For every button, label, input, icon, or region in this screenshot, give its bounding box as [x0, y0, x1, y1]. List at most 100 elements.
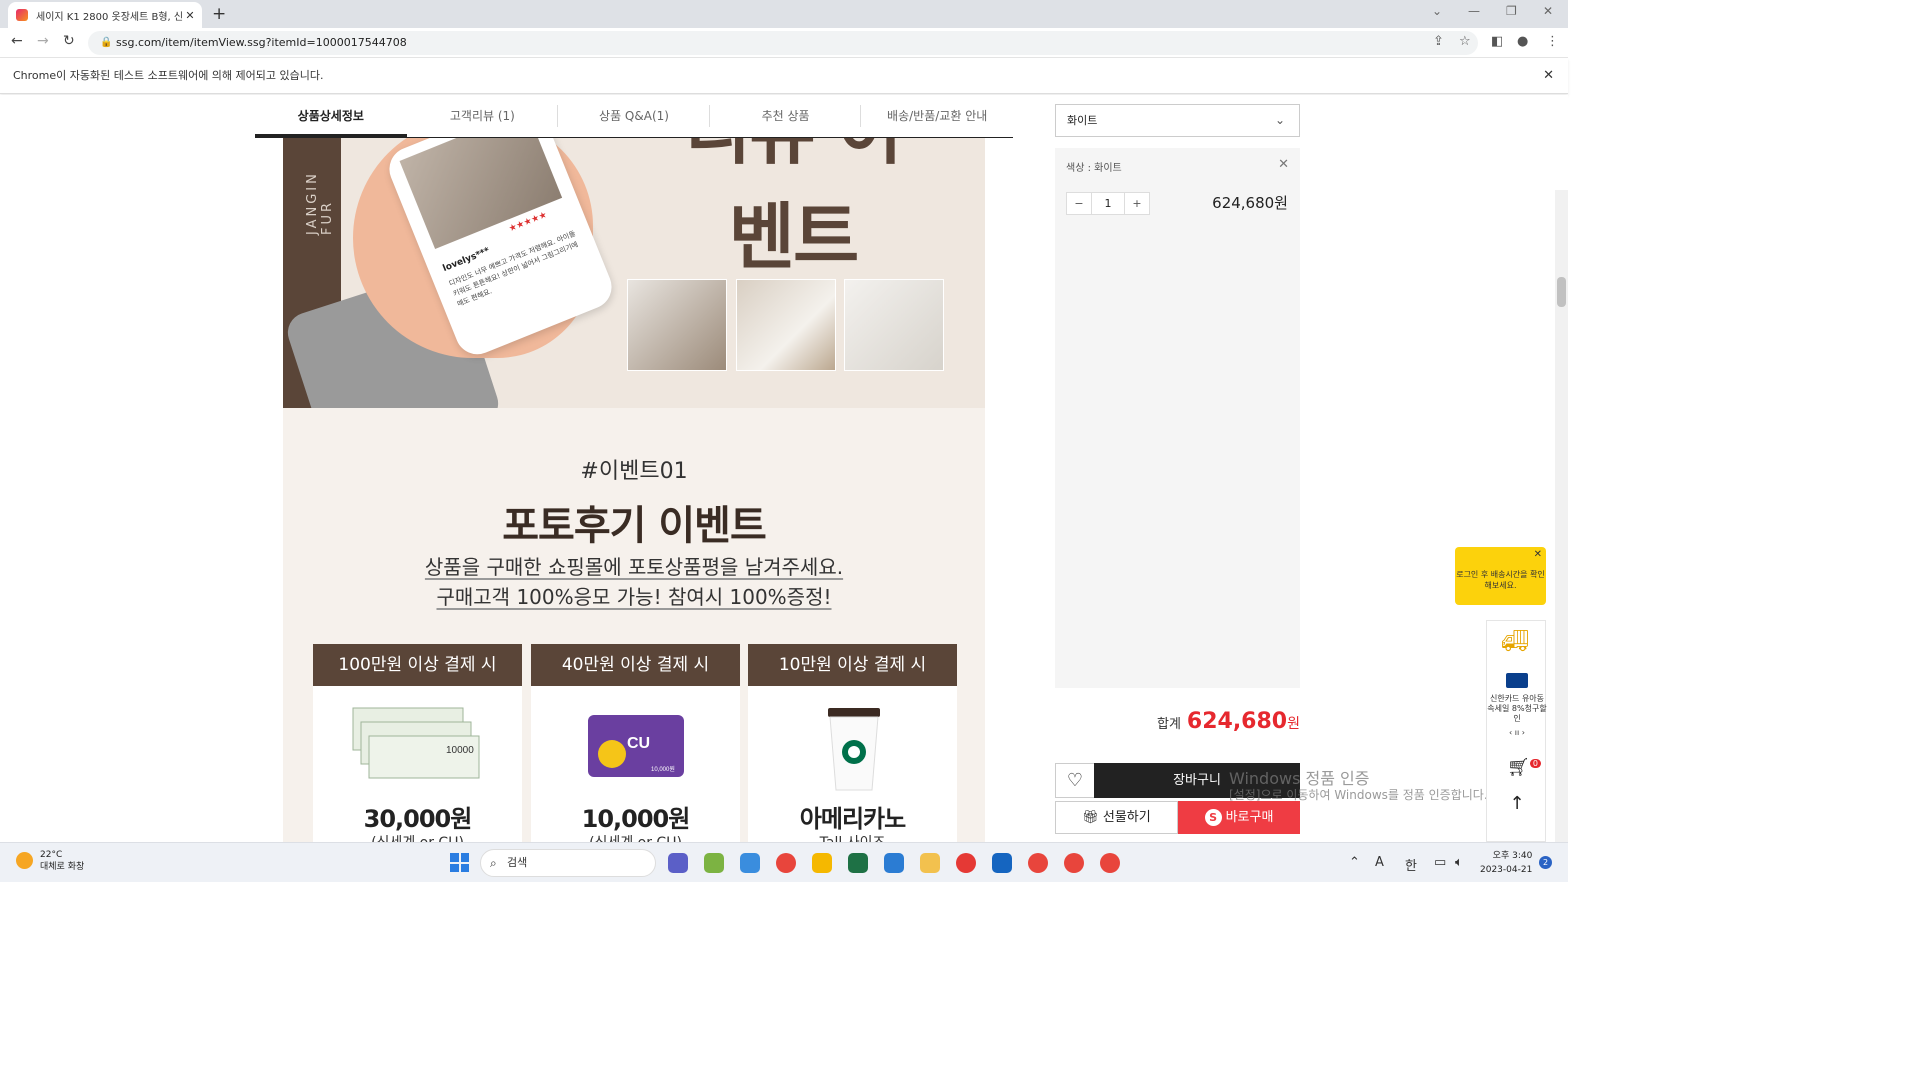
restore-icon[interactable]: ❐ — [1506, 4, 1517, 18]
tab-qna[interactable]: 상품 Q&A(1) — [558, 95, 710, 137]
thumb-desk-photo — [627, 279, 727, 371]
app-c-icon[interactable] — [956, 853, 976, 873]
gallery-icon[interactable] — [704, 853, 724, 873]
event-desc-line2: 구매고객 100%응모 가능! 참여시 100%증정! — [436, 585, 832, 609]
quantity-input[interactable]: 1 — [1091, 193, 1125, 214]
back-icon[interactable]: ← — [11, 33, 23, 49]
automation-infobar: Chrome이 자동화된 테스트 소프트웨어에 의해 제어되고 있습니다. ✕ — [0, 58, 1568, 94]
item-price: 624,680원 — [1212, 194, 1288, 212]
settings-app-icon[interactable] — [740, 853, 760, 873]
address-bar[interactable]: 🔒 ssg.com/item/itemView.ssg?itemId=10000… — [88, 31, 1478, 55]
teams-icon[interactable] — [668, 853, 688, 873]
weather-widget[interactable]: 22°C 대체로 화창 — [16, 849, 84, 873]
reward-amount: 30,000원 — [363, 805, 473, 833]
remove-option-icon[interactable]: ✕ — [1278, 157, 1289, 172]
gift-button[interactable]: 🎁︎ 선물하기 — [1055, 801, 1178, 834]
quick-side-menu: 🚚︎ 신한카드 유아동속세일 8%청구할인 ‹ ıı › 🛒︎ 0 ↑ — [1486, 620, 1547, 842]
side-panel-icon[interactable]: ◧ — [1491, 34, 1503, 49]
share-icon[interactable]: ⇪ — [1433, 34, 1444, 49]
cart-basket-icon[interactable]: 🛒︎ 0 — [1507, 757, 1541, 778]
volume-icon[interactable]: 🔈︎ — [1455, 855, 1463, 870]
buy-now-button[interactable]: S 바로구매 — [1178, 801, 1300, 834]
bookmark-star-icon[interactable]: ☆ — [1459, 34, 1471, 49]
excel-icon[interactable] — [848, 853, 868, 873]
event-desc-line1: 상품을 구매한 쇼핑몰에 포토상품평을 남겨주세요. — [424, 555, 844, 579]
network-icon[interactable]: ▭ — [1434, 855, 1446, 870]
tooltip-close-icon[interactable]: ✕ — [1534, 549, 1542, 560]
chrome-icon[interactable] — [776, 853, 796, 873]
taskbar-search[interactable]: ⌕ 검색 — [480, 849, 656, 877]
tab-close-icon[interactable]: ✕ — [184, 9, 196, 22]
forward-icon[interactable]: → — [37, 33, 49, 49]
reward-sub: (신세계 or CU) — [531, 832, 740, 842]
reward-card-100k: 10만원 이상 결제 시 아메리카노 Tall 사이즈 — [748, 644, 957, 842]
scroll-top-button[interactable]: ↑ — [1487, 793, 1547, 814]
taskbar-clock[interactable]: 오후 3:40 2023-04-21 — [1480, 849, 1532, 877]
tab-product-detail[interactable]: 상품상세정보 — [255, 95, 407, 137]
option-select[interactable]: 화이트 ⌄ — [1055, 104, 1300, 137]
ssg-favicon-icon — [16, 9, 28, 21]
menu-kebab-icon[interactable]: ⋮ — [1546, 34, 1559, 49]
wishlist-heart-button[interactable]: ♡ — [1055, 763, 1095, 798]
cart-count-badge: 0 — [1529, 759, 1541, 768]
profile-icon[interactable]: ● — [1517, 34, 1528, 49]
close-window-icon[interactable]: ✕ — [1543, 4, 1553, 18]
total-value: 624,680 — [1186, 709, 1288, 734]
page-scrollbar[interactable] — [1555, 190, 1568, 842]
minimize-icon[interactable]: — — [1468, 4, 1480, 18]
tab-recommended[interactable]: 추천 상품 — [710, 95, 862, 137]
chat-app-icon[interactable] — [812, 853, 832, 873]
file-explorer-icon[interactable] — [920, 853, 940, 873]
browser-tab[interactable]: 세이지 K1 2800 옷장세트 B형, 신 ✕ — [8, 2, 202, 28]
event-title: 포토후기 이벤트 — [502, 503, 767, 549]
decrease-button[interactable]: − — [1067, 193, 1091, 214]
reward-card-heading: 10만원 이상 결제 시 — [748, 644, 957, 686]
weather-desc: 대체로 화창 — [40, 862, 85, 872]
cu-card-value: 10,000원 — [651, 765, 675, 773]
chrome-icon-3[interactable] — [1064, 853, 1084, 873]
phone-photo — [399, 138, 563, 250]
infobar-close-icon[interactable]: ✕ — [1543, 58, 1554, 94]
coffee-cup-icon — [828, 708, 880, 791]
new-tab-button[interactable]: + — [212, 4, 226, 24]
cu-logo-text: CU — [627, 735, 650, 752]
ime-a-indicator[interactable]: A — [1375, 855, 1384, 870]
tab-search-icon[interactable]: ⌄ — [1432, 4, 1442, 18]
scrollbar-thumb[interactable] — [1557, 277, 1566, 307]
total-label: 합계 — [1156, 717, 1181, 732]
selected-options-box: 색상 : 화이트 ✕ − 1 + 624,680원 — [1055, 148, 1300, 688]
sun-icon — [16, 852, 33, 869]
url-text: ssg.com/item/itemView.ssg?itemId=1000017… — [116, 36, 407, 49]
tab-shipping-info[interactable]: 배송/반품/교환 안내 — [861, 95, 1013, 137]
windows-taskbar: 22°C 대체로 화창 ⌕ 검색 ⌃ A 한 ▭ 🔈︎ 오후 3:40 2023… — [0, 842, 1568, 882]
reload-icon[interactable]: ↻ — [63, 33, 75, 49]
tray-overflow-icon[interactable]: ⌃ — [1349, 855, 1360, 870]
page-content: 상품상세정보 고객리뷰 (1) 상품 Q&A(1) 추천 상품 배송/반품/교환… — [0, 95, 1568, 842]
chrome-icon-2[interactable] — [1028, 853, 1048, 873]
selected-option-label: 색상 : 화이트 — [1066, 163, 1122, 174]
weather-temp: 22°C — [40, 850, 63, 860]
windows-start-icon[interactable] — [450, 853, 469, 872]
chrome-icon-4[interactable] — [1100, 853, 1120, 873]
notification-badge[interactable]: 2 — [1539, 856, 1552, 869]
gift-icon: 🎁︎ — [1082, 810, 1103, 825]
windows-activation-desc: [설정]으로 이동하여 Windows를 정품 인증합니다. — [1229, 788, 1488, 802]
search-icon: ⌕ — [490, 856, 497, 870]
voucher-stack-icon: 10000 — [352, 707, 480, 779]
reward-sub: Tall 사이즈 — [748, 832, 957, 842]
increase-button[interactable]: + — [1125, 193, 1149, 214]
delivery-truck-icon[interactable]: 🚚︎ — [1501, 629, 1529, 654]
card-promo[interactable]: 신한카드 유아동속세일 8%청구할인 ‹ ıı › — [1487, 673, 1547, 738]
ime-han-indicator[interactable]: 한 — [1405, 855, 1417, 874]
voucher-amount-label: 10000 — [446, 745, 474, 756]
shinhan-card-icon — [1506, 673, 1528, 688]
notepad-icon[interactable] — [992, 853, 1012, 873]
reward-card-heading: 100만원 이상 결제 시 — [313, 644, 522, 686]
promo-pager[interactable]: ‹ ıı › — [1487, 728, 1547, 738]
review-text: 디자인도 너무 예쁘고 가격도 저렴해요. 아이들 키워도 튼튼해요! 상판이 … — [447, 229, 580, 309]
banner-headline: 리뷰 이벤트 — [685, 138, 903, 279]
tab-reviews[interactable]: 고객리뷰 (1) — [407, 95, 559, 137]
banner-brand-text: JANGIN FUR — [305, 171, 335, 235]
option-selected-value: 화이트 — [1067, 114, 1098, 127]
vscode-icon[interactable] — [884, 853, 904, 873]
